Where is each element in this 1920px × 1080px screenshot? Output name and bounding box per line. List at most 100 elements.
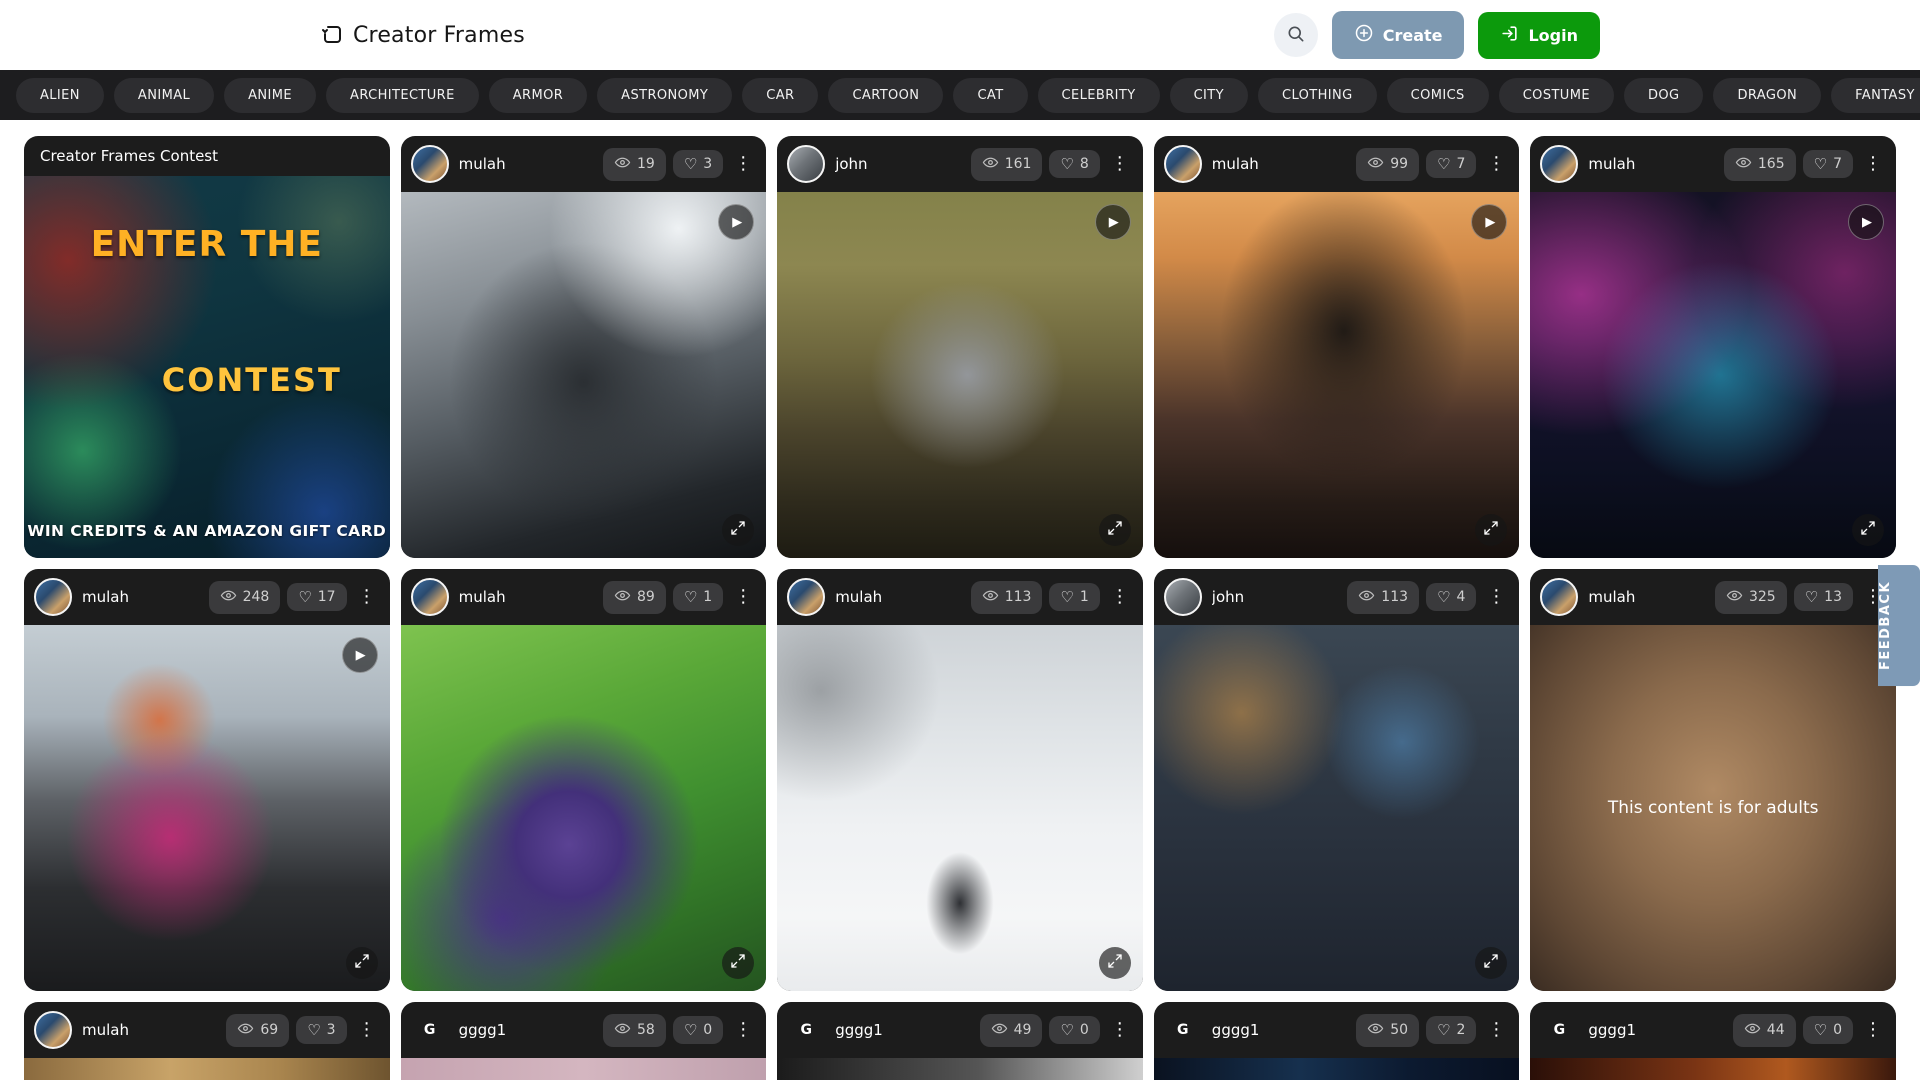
image-card[interactable]: mulah325♡13⋮This content is for adults	[1530, 569, 1896, 991]
more-options-icon[interactable]: ⋮	[354, 586, 380, 608]
avatar[interactable]	[411, 578, 449, 616]
play-button[interactable]: ▶	[718, 204, 754, 240]
category-pill-anime[interactable]: ANIME	[224, 78, 316, 113]
likes-badge[interactable]: ♡3	[296, 1016, 346, 1044]
likes-badge[interactable]: ♡0	[1049, 1016, 1099, 1044]
more-options-icon[interactable]: ⋮	[1860, 153, 1886, 175]
image-card[interactable]: mulah89♡1⋮	[401, 569, 767, 991]
likes-badge[interactable]: ♡17	[287, 583, 346, 611]
image-card[interactable]: mulah248♡17⋮▶	[24, 569, 390, 991]
feedback-tab[interactable]: FEEDBACK	[1878, 565, 1920, 686]
avatar[interactable]	[1540, 145, 1578, 183]
category-pill-cartoon[interactable]: CARTOON	[828, 78, 943, 113]
expand-button[interactable]	[1852, 514, 1884, 546]
category-pill-celebrity[interactable]: CELEBRITY	[1038, 78, 1160, 113]
expand-button[interactable]	[1099, 947, 1131, 979]
avatar[interactable]	[34, 1011, 72, 1049]
category-pill-armor[interactable]: ARMOR	[489, 78, 587, 113]
category-pill-dragon[interactable]: DRAGON	[1713, 78, 1821, 113]
category-pill-animal[interactable]: ANIMAL	[114, 78, 214, 113]
category-pill-cat[interactable]: CAT	[953, 78, 1027, 113]
image-card[interactable]: Ggggg149♡0⋮	[777, 1002, 1143, 1080]
expand-button[interactable]	[722, 514, 754, 546]
category-pill-costume[interactable]: COSTUME	[1499, 78, 1614, 113]
more-options-icon[interactable]: ⋮	[354, 1019, 380, 1041]
username[interactable]: mulah	[1212, 155, 1346, 173]
username[interactable]: john	[1212, 588, 1337, 606]
image-card[interactable]: Ggggg158♡0⋮	[401, 1002, 767, 1080]
category-pill-dog[interactable]: DOG	[1624, 78, 1704, 113]
more-options-icon[interactable]: ⋮	[730, 153, 756, 175]
more-options-icon[interactable]: ⋮	[730, 1019, 756, 1041]
card-image[interactable]: ▶	[777, 192, 1143, 558]
likes-badge[interactable]: ♡3	[673, 150, 723, 178]
avatar[interactable]	[787, 145, 825, 183]
contest-card[interactable]: Creator Frames Contest ENTER THE CONTEST…	[24, 136, 390, 558]
username[interactable]: mulah	[82, 1021, 216, 1039]
username[interactable]: mulah	[459, 155, 593, 173]
card-image[interactable]: ▶	[1154, 192, 1520, 558]
card-image[interactable]	[1154, 625, 1520, 991]
card-image[interactable]: ▶	[401, 192, 767, 558]
username[interactable]: mulah	[82, 588, 199, 606]
category-pill-fantasy[interactable]: FANTASY	[1831, 78, 1920, 113]
avatar[interactable]	[1164, 145, 1202, 183]
avatar[interactable]: G	[411, 1011, 449, 1049]
category-pill-alien[interactable]: ALIEN	[16, 78, 104, 113]
username[interactable]: mulah	[459, 588, 593, 606]
play-button[interactable]: ▶	[1471, 204, 1507, 240]
search-button[interactable]	[1274, 13, 1318, 57]
card-image[interactable]	[24, 1058, 390, 1080]
avatar[interactable]: G	[1164, 1011, 1202, 1049]
likes-badge[interactable]: ♡13	[1794, 583, 1853, 611]
card-image[interactable]: This content is for adults	[1530, 625, 1896, 991]
likes-badge[interactable]: ♡2	[1426, 1016, 1476, 1044]
likes-badge[interactable]: ♡4	[1426, 583, 1476, 611]
avatar[interactable]	[1164, 578, 1202, 616]
expand-button[interactable]	[1475, 514, 1507, 546]
username[interactable]: gggg1	[1588, 1021, 1722, 1039]
likes-badge[interactable]: ♡0	[1803, 1016, 1853, 1044]
more-options-icon[interactable]: ⋮	[730, 586, 756, 608]
category-pill-comics[interactable]: COMICS	[1387, 78, 1489, 113]
card-image[interactable]	[1154, 1058, 1520, 1080]
card-image[interactable]: ▶	[1530, 192, 1896, 558]
image-card[interactable]: Ggggg144♡0⋮	[1530, 1002, 1896, 1080]
username[interactable]: gggg1	[835, 1021, 969, 1039]
card-image[interactable]	[401, 1058, 767, 1080]
avatar[interactable]: G	[787, 1011, 825, 1049]
expand-button[interactable]	[346, 947, 378, 979]
username[interactable]: mulah	[1588, 588, 1705, 606]
site-logo[interactable]: Creator Frames	[320, 23, 525, 48]
image-card[interactable]: mulah113♡1⋮	[777, 569, 1143, 991]
likes-badge[interactable]: ♡0	[673, 1016, 723, 1044]
card-image[interactable]	[777, 1058, 1143, 1080]
more-options-icon[interactable]: ⋮	[1107, 586, 1133, 608]
card-image[interactable]	[1530, 1058, 1896, 1080]
likes-badge[interactable]: ♡8	[1049, 150, 1099, 178]
card-image[interactable]	[401, 625, 767, 991]
image-card[interactable]: mulah165♡7⋮▶	[1530, 136, 1896, 558]
expand-button[interactable]	[1475, 947, 1507, 979]
avatar[interactable]	[411, 145, 449, 183]
category-pill-architecture[interactable]: ARCHITECTURE	[326, 78, 479, 113]
avatar[interactable]: G	[1540, 1011, 1578, 1049]
image-card[interactable]: john113♡4⋮	[1154, 569, 1520, 991]
image-card[interactable]: Ggggg150♡2⋮	[1154, 1002, 1520, 1080]
image-card[interactable]: john161♡8⋮▶	[777, 136, 1143, 558]
likes-badge[interactable]: ♡7	[1803, 150, 1853, 178]
image-card[interactable]: mulah69♡3⋮	[24, 1002, 390, 1080]
username[interactable]: john	[835, 155, 961, 173]
username[interactable]: mulah	[1588, 155, 1714, 173]
more-options-icon[interactable]: ⋮	[1483, 1019, 1509, 1041]
contest-banner-image[interactable]: ENTER THE CONTEST WIN CREDITS & AN AMAZO…	[24, 176, 390, 558]
play-button[interactable]: ▶	[1095, 204, 1131, 240]
username[interactable]: mulah	[835, 588, 961, 606]
play-button[interactable]: ▶	[1848, 204, 1884, 240]
card-image[interactable]: ▶	[24, 625, 390, 991]
more-options-icon[interactable]: ⋮	[1483, 586, 1509, 608]
image-card[interactable]: mulah99♡7⋮▶	[1154, 136, 1520, 558]
expand-button[interactable]	[1099, 514, 1131, 546]
avatar[interactable]	[1540, 578, 1578, 616]
create-button[interactable]: Create	[1332, 11, 1465, 59]
